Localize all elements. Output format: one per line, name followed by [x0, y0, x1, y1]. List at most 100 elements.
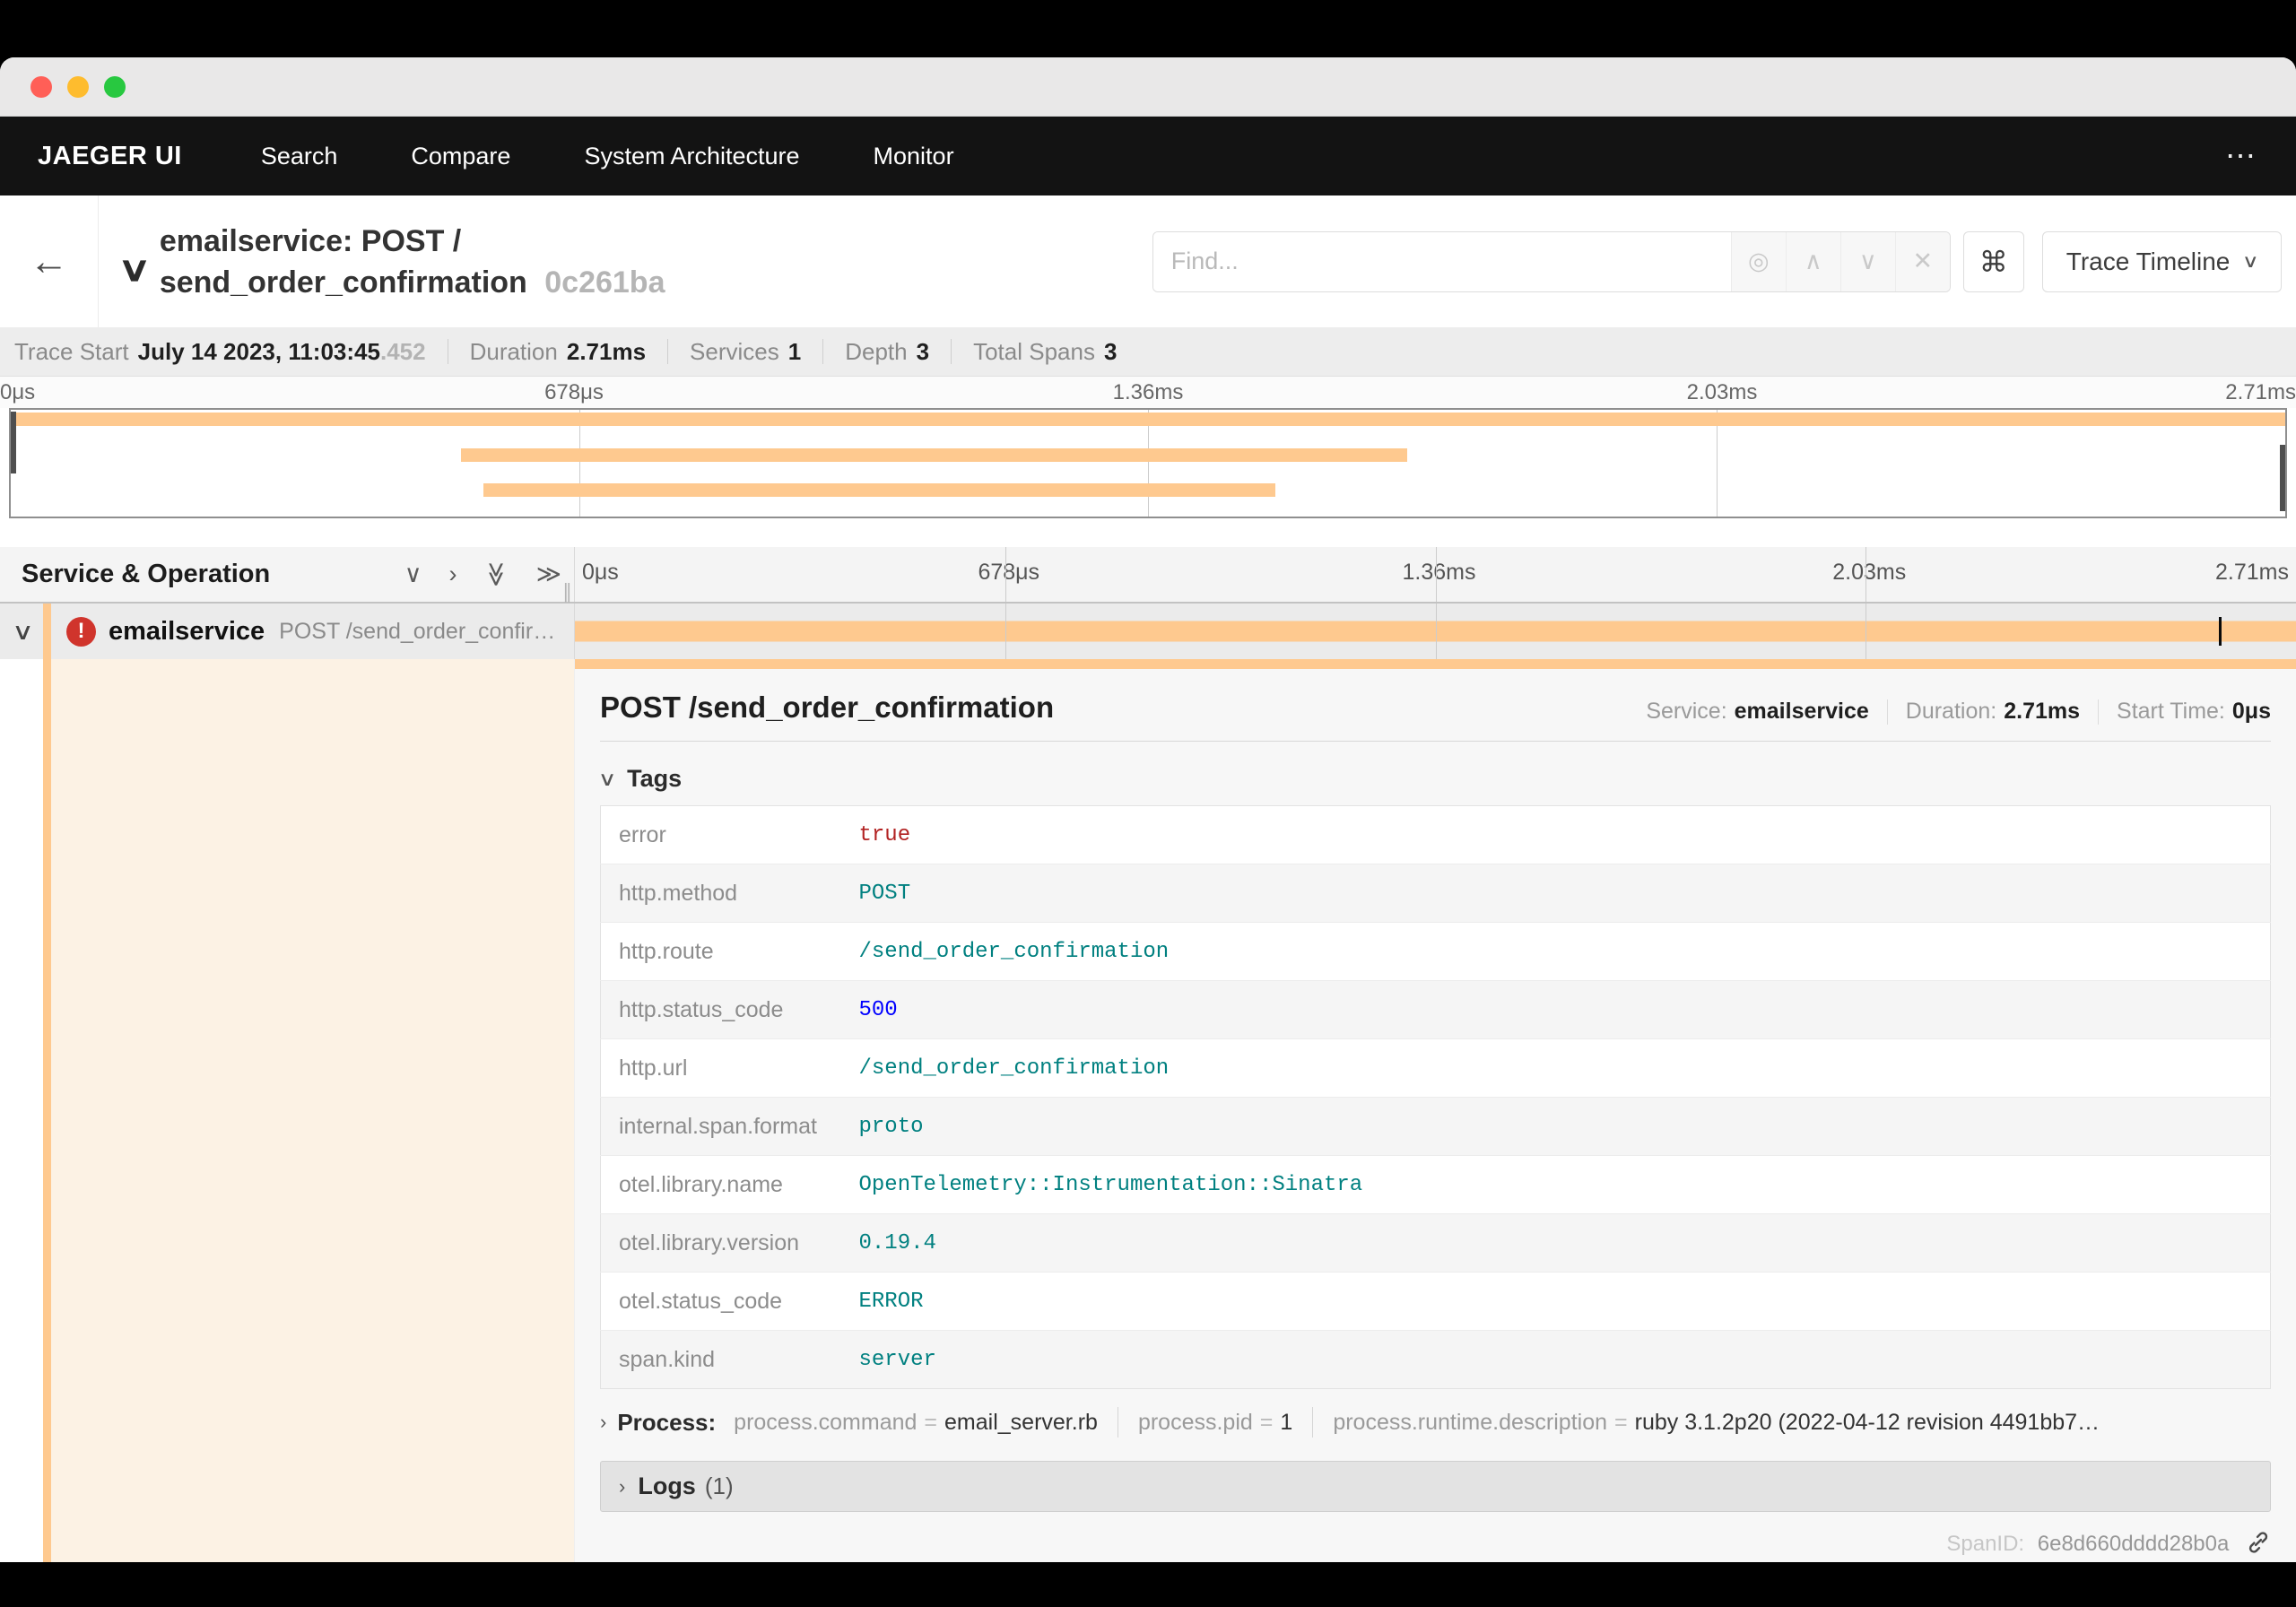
match-highlight-button[interactable]: ◎	[1730, 231, 1786, 291]
app-brand[interactable]: JAEGER UI	[38, 142, 182, 171]
tag-row: span.kind server	[600, 1330, 2271, 1389]
nav-item-system-architecture[interactable]: System Architecture	[584, 143, 799, 170]
column-resizer-handle[interactable]: ∥	[562, 580, 572, 604]
summary-item: Depth 3	[845, 337, 930, 365]
process-value: 1	[1280, 1409, 1293, 1435]
expand-all-icon[interactable]: ≫	[536, 560, 561, 588]
tick-label: 2.71ms	[2215, 560, 2289, 585]
timeline-grid-header: Service & Operation ∨ › ≫ ≫ ∥ 0μs 678μs 1.…	[0, 547, 2296, 604]
minimap-tick-labels: 0μs 678μs 1.36ms 2.03ms 2.71ms	[0, 377, 2296, 408]
expand-one-icon[interactable]: ›	[448, 560, 457, 588]
mac-titlebar	[0, 57, 2296, 117]
tag-key: internal.span.format	[619, 1113, 817, 1139]
span-color-stripe	[43, 604, 51, 659]
tick-label: 1.36ms	[1112, 380, 1184, 404]
divider	[667, 339, 669, 364]
process-item: process.command = email_server.rb	[734, 1410, 1098, 1436]
gridline	[1435, 547, 1437, 602]
minimap-scrubber[interactable]	[9, 408, 2287, 518]
span-bar-cell[interactable]	[574, 604, 2296, 659]
minimize-window-icon[interactable]	[67, 75, 89, 98]
span-id-label: SpanID:	[1946, 1532, 2025, 1556]
trace-id: 0c261ba	[544, 265, 665, 300]
collapse-one-icon[interactable]: ∨	[404, 560, 422, 588]
service-operation-title: Service & Operation	[22, 560, 271, 588]
chevron-right-icon: ›	[600, 1411, 607, 1433]
stat-value: 0μs	[2231, 699, 2271, 724]
tag-row: otel.library.version 0.19.4	[600, 1213, 2271, 1273]
span-row-name-cell[interactable]: ∨ ! emailservice POST /send_order_confir…	[0, 604, 574, 659]
tag-key: otel.status_code	[619, 1288, 783, 1314]
process-kv-list: process.command = email_server.rb process.p…	[734, 1407, 2100, 1438]
tag-row: otel.status_code ERROR	[600, 1272, 2271, 1331]
process-key: process.pid	[1137, 1409, 1253, 1435]
back-button[interactable]: ←	[0, 195, 99, 327]
link-icon[interactable]	[2246, 1530, 2271, 1561]
nav-overflow-icon[interactable]: ⋯	[2225, 138, 2258, 174]
tags-table: error true http.method POST http.route/send_…	[600, 805, 2271, 1389]
timeline-tick-header: 0μs 678μs 1.36ms 2.03ms 2.71ms	[574, 547, 2296, 602]
stat-label: Service:	[1646, 699, 1727, 724]
error-badge-icon: !	[66, 616, 96, 647]
trace-collapse-toggle[interactable]: ∨	[117, 249, 152, 290]
prev-result-button[interactable]: ∧	[1785, 231, 1840, 291]
tick-label: 2.03ms	[1686, 380, 1758, 404]
tag-value: 0.19.4	[858, 1230, 936, 1255]
trace-view-dropdown[interactable]: Trace Timeline ∨	[2041, 230, 2282, 292]
tag-key: http.status_code	[619, 996, 784, 1022]
stat-value: 2.71ms	[2004, 699, 2081, 724]
tick-label: 0μs	[582, 560, 619, 585]
span-operation-name: POST /send_order_confirmation	[279, 618, 574, 644]
nav-item-search[interactable]: Search	[261, 143, 338, 170]
equals-sign: =	[1614, 1409, 1628, 1435]
gridline	[1435, 604, 1437, 659]
equals-sign: =	[1259, 1409, 1274, 1435]
tag-value: /send_order_confirmation	[858, 1055, 1170, 1081]
divider	[2098, 699, 2100, 725]
chevron-right-icon: ›	[619, 1474, 626, 1498]
tag-key: http.method	[619, 880, 738, 906]
summary-item: Duration 2.71ms	[469, 337, 647, 365]
nav-item-compare[interactable]: Compare	[411, 143, 510, 170]
tag-row: http.status_code 500	[600, 980, 2271, 1039]
summary-item: Services 1	[690, 337, 802, 365]
span-detail-title: POST /send_order_confirmation	[600, 691, 1055, 724]
find-input[interactable]	[1152, 231, 1731, 291]
tag-key: otel.library.name	[619, 1171, 783, 1197]
log-marker-tick[interactable]	[2218, 617, 2222, 646]
span-color-stripe	[43, 659, 51, 1562]
divider	[600, 741, 2271, 742]
tag-row: http.method POST	[600, 864, 2271, 923]
close-window-icon[interactable]	[30, 75, 52, 98]
divider	[1886, 699, 1888, 725]
trace-title-line2: send_order_confirmation	[159, 265, 527, 300]
trace-summary-bar: Trace Start July 14 2023, 11:03:45.452 Dur…	[0, 327, 2296, 377]
zoom-window-icon[interactable]	[104, 75, 126, 98]
collapse-all-icon[interactable]: ≫	[483, 561, 510, 586]
keyboard-shortcuts-button[interactable]: ⌘	[1962, 230, 2024, 292]
span-detail-footer: SpanID: 6e8d660dddd28b0a	[600, 1530, 2271, 1561]
next-result-button[interactable]: ∨	[1839, 231, 1895, 291]
minimap-span-bar	[11, 413, 2285, 426]
tick-label: 0μs	[0, 380, 36, 404]
tags-section-toggle[interactable]: ∨ Tags	[598, 765, 2271, 793]
nav-item-monitor[interactable]: Monitor	[874, 143, 954, 170]
top-nav: JAEGER UI Search Compare System Architectu…	[0, 117, 2296, 195]
span-row-emailservice[interactable]: ∨ ! emailservice POST /send_order_confir…	[0, 604, 2296, 659]
minimap-left-handle[interactable]	[11, 412, 16, 474]
chevron-down-icon: ∨	[1858, 248, 1877, 274]
span-expander-icon[interactable]: ∨	[12, 618, 34, 646]
logs-section-toggle[interactable]: › Logs (1)	[600, 1461, 2271, 1512]
tag-value: server	[858, 1347, 936, 1372]
chevron-up-icon: ∧	[1804, 248, 1822, 274]
command-icon: ⌘	[1979, 245, 2008, 278]
minimap-right-handle[interactable]	[2280, 445, 2285, 511]
span-service-name: emailservice	[109, 616, 265, 646]
clear-search-button[interactable]: ✕	[1894, 231, 1950, 291]
minimap-span-bar	[461, 448, 1408, 462]
process-item: process.runtime.description = ruby 3.1.2p2…	[1333, 1410, 2100, 1436]
service-operation-header: Service & Operation ∨ › ≫ ≫ ∥	[0, 547, 574, 604]
process-section-toggle[interactable]: › Process: process.command = email_server.…	[600, 1407, 2271, 1438]
tag-key: otel.library.version	[619, 1229, 800, 1255]
span-indent-fill	[51, 659, 574, 1562]
